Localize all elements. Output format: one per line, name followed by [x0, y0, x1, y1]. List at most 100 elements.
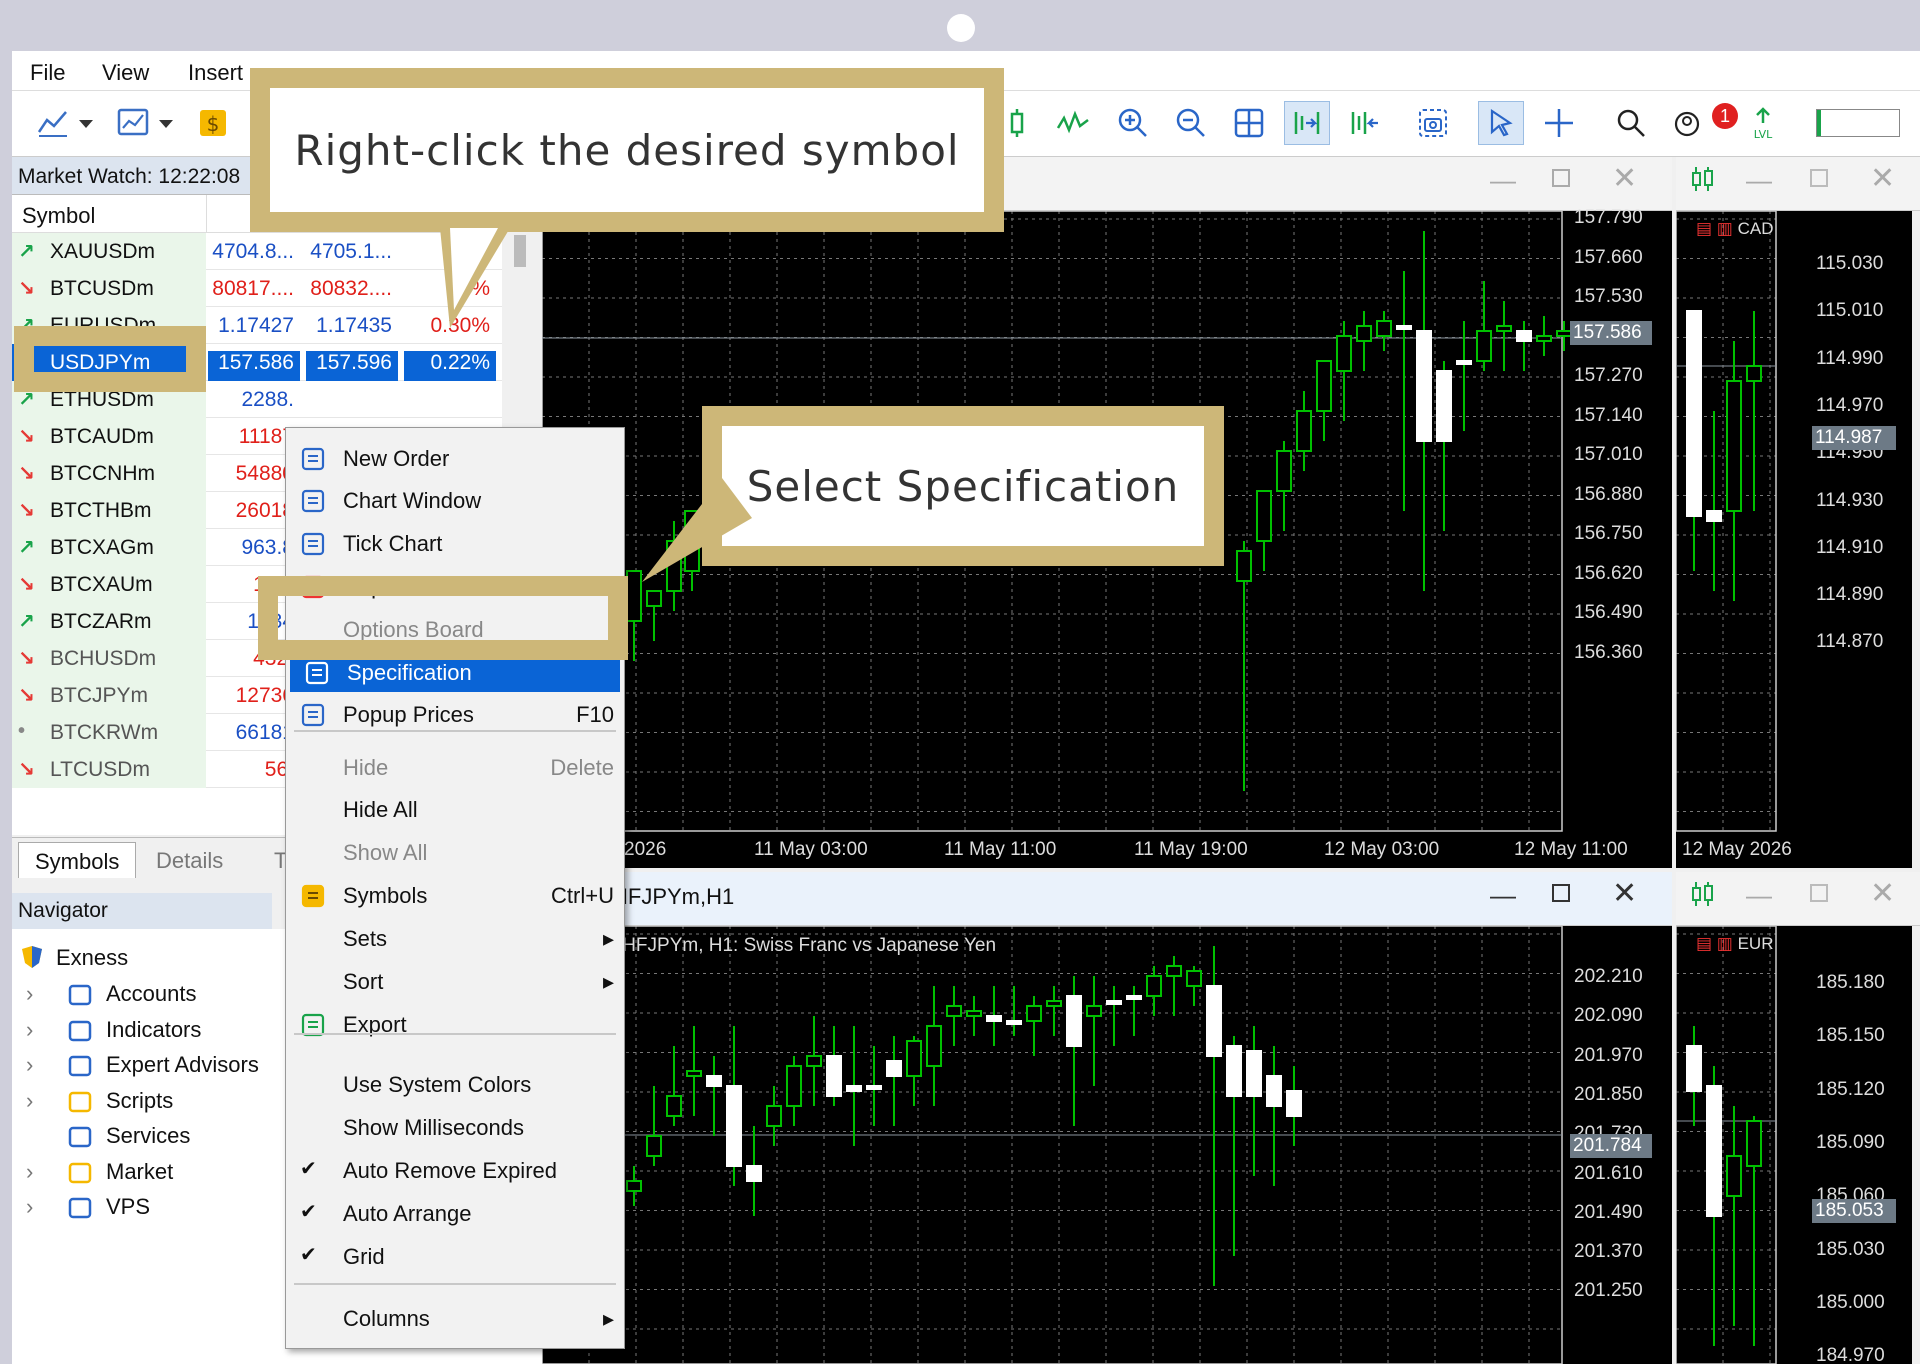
chart-label: EUR — [1737, 934, 1774, 953]
menu-item-use-system-colors[interactable]: Use System Colors — [286, 1064, 624, 1104]
candle-body — [1726, 1155, 1742, 1197]
menu-item-tick-chart[interactable]: Tick Chart — [286, 523, 624, 563]
menu-item-popup-prices[interactable]: Popup Prices F10 — [286, 694, 624, 734]
menu-item-label: Auto Arrange — [343, 1201, 472, 1226]
nav-item-label: VPS — [106, 1194, 151, 1219]
chart-template-button[interactable] — [110, 101, 156, 145]
price-label: 157.270 — [1574, 365, 1643, 386]
chart-shift-button[interactable] — [1342, 101, 1388, 145]
indicators-button[interactable] — [1050, 101, 1096, 145]
autoscroll-button[interactable] — [1284, 101, 1330, 145]
dropdown-arrow-icon[interactable] — [74, 101, 98, 145]
symbol-name: BTCZARm — [50, 610, 152, 633]
current-price-label: 185.053 — [1812, 1199, 1896, 1223]
menu-item-label: Popup Prices — [343, 702, 474, 727]
price-label: 157.010 — [1574, 444, 1643, 465]
menu-item-label: Auto Remove Expired — [343, 1158, 557, 1183]
crosshair-button[interactable] — [1536, 101, 1582, 145]
candle-body — [1296, 410, 1312, 452]
menu-item-columns[interactable]: Columns ▸ — [286, 1298, 624, 1338]
maximize-icon[interactable] — [1552, 884, 1570, 902]
menu-item-hide[interactable]: Hide Delete — [286, 747, 624, 787]
candle-body — [1166, 965, 1182, 977]
menu-item-auto-remove-expired[interactable]: ✔ Auto Remove Expired — [286, 1150, 624, 1190]
zoom-in-button[interactable] — [1110, 101, 1156, 145]
expand-chevron-icon[interactable]: › — [26, 1088, 33, 1114]
menu-item-new-order[interactable]: New Order — [286, 438, 624, 478]
nav-item-label: Services — [106, 1123, 191, 1148]
line-chart-button[interactable] — [30, 101, 76, 145]
chart-eur[interactable]: ▤ ▥ EUR 185.180 185.150 185.120 185.090 185.… — [1676, 926, 1912, 1364]
menu-item-symbols[interactable]: Symbols Ctrl+U — [286, 875, 624, 915]
candle-body — [1146, 975, 1162, 997]
tab-details[interactable]: Details — [140, 842, 239, 878]
time-label: 11 May 19:00 — [1134, 839, 1248, 860]
candle-body — [826, 1055, 842, 1097]
tile-windows-button[interactable] — [1226, 101, 1272, 145]
signal-lvl-icon: LVL — [1754, 107, 1773, 140]
crosshair-icon — [1545, 109, 1573, 137]
menu-insert[interactable]: Insert — [188, 60, 243, 86]
candle-body — [906, 1040, 922, 1077]
expand-chevron-icon[interactable]: › — [26, 1194, 33, 1220]
search-button[interactable] — [1608, 101, 1654, 145]
checkmark-icon: ✔ — [300, 1201, 317, 1223]
candle-body — [1706, 510, 1722, 522]
close-icon[interactable]: ✕ — [1870, 876, 1895, 911]
menu-view[interactable]: View — [102, 60, 149, 86]
menu-item-auto-arrange[interactable]: ✔ Auto Arrange — [286, 1193, 624, 1233]
maximize-icon[interactable] — [1810, 169, 1828, 187]
price-label: 114.910 — [1816, 536, 1884, 558]
chart-shift-icon — [1351, 112, 1378, 134]
chart-legend-text: CHFJPYm, H1: Swiss Franc vs Japanese Yen — [608, 935, 997, 956]
chart-cad[interactable]: ▤ ▥ CAD 115.030 115.010 114.990 114.970 114.… — [1676, 211, 1912, 868]
menu-item-sets[interactable]: Sets ▸ — [286, 918, 624, 958]
menu-item-show-all[interactable]: Show All — [286, 832, 624, 872]
candle-body — [1266, 1075, 1282, 1107]
expand-chevron-icon[interactable]: › — [26, 981, 33, 1007]
candle-body — [1226, 1045, 1242, 1097]
expand-chevron-icon[interactable]: › — [26, 1159, 33, 1185]
close-icon[interactable]: ✕ — [1870, 161, 1895, 196]
menu-item-chart-window[interactable]: Chart Window — [286, 480, 624, 520]
candle-body — [1246, 1050, 1262, 1097]
close-icon[interactable]: ✕ — [1612, 161, 1637, 196]
minimize-icon[interactable]: — — [1490, 880, 1516, 911]
chart-window-title-bar-3: HFJPYm,H1 — ✕ — [542, 872, 1672, 926]
chart-chfjpy[interactable]: ▤ ▥ CHFJPYm, H1: Swiss Franc vs Japanese… — [542, 926, 1672, 1364]
minimize-icon[interactable]: — — [1746, 165, 1772, 196]
time-label: 12 May 11:00 — [1514, 839, 1628, 860]
maximize-icon[interactable] — [1810, 884, 1828, 902]
menu-item-sort[interactable]: Sort ▸ — [286, 961, 624, 1001]
column-symbol[interactable]: Symbol — [22, 203, 95, 229]
candle-body — [1706, 1085, 1722, 1217]
ask-value: 4705.1... — [310, 240, 392, 263]
price-label: 185.120 — [1816, 1078, 1885, 1100]
minimize-icon[interactable]: — — [1746, 880, 1772, 911]
expand-chevron-icon[interactable]: › — [26, 1017, 33, 1043]
checkmark-icon: ✔ — [300, 1244, 317, 1266]
menu-file[interactable]: File — [30, 60, 65, 86]
symbols-button[interactable]: $ — [190, 101, 236, 145]
maximize-icon[interactable] — [1552, 169, 1570, 187]
candle-body — [886, 1060, 902, 1077]
menu-item-show-milliseconds[interactable]: Show Milliseconds — [286, 1107, 624, 1147]
bid-value: 157.586 — [208, 351, 300, 381]
screenshot-button[interactable] — [1410, 101, 1456, 145]
expand-chevron-icon[interactable]: › — [26, 1052, 33, 1078]
dropdown-arrow-icon[interactable] — [154, 101, 178, 145]
tick-chart-icon — [301, 532, 325, 556]
close-icon[interactable]: ✕ — [1612, 876, 1637, 911]
cursor-button[interactable] — [1478, 101, 1524, 145]
plot-frame — [1676, 211, 1777, 832]
minimize-icon[interactable]: — — [1490, 165, 1516, 196]
account-button[interactable] — [1666, 101, 1712, 145]
signal-level-button[interactable]: LVL — [1740, 101, 1786, 145]
menu-item-grid[interactable]: ✔ Grid — [286, 1236, 624, 1276]
line-chart-icon — [37, 111, 67, 137]
zoom-out-button[interactable] — [1168, 101, 1214, 145]
menu-item-hide-all[interactable]: Hide All — [286, 789, 624, 829]
bid-value: 1.17427 — [218, 314, 294, 337]
tab-symbols[interactable]: Symbols — [18, 842, 137, 878]
menu-item-export[interactable]: Export — [286, 1004, 624, 1044]
